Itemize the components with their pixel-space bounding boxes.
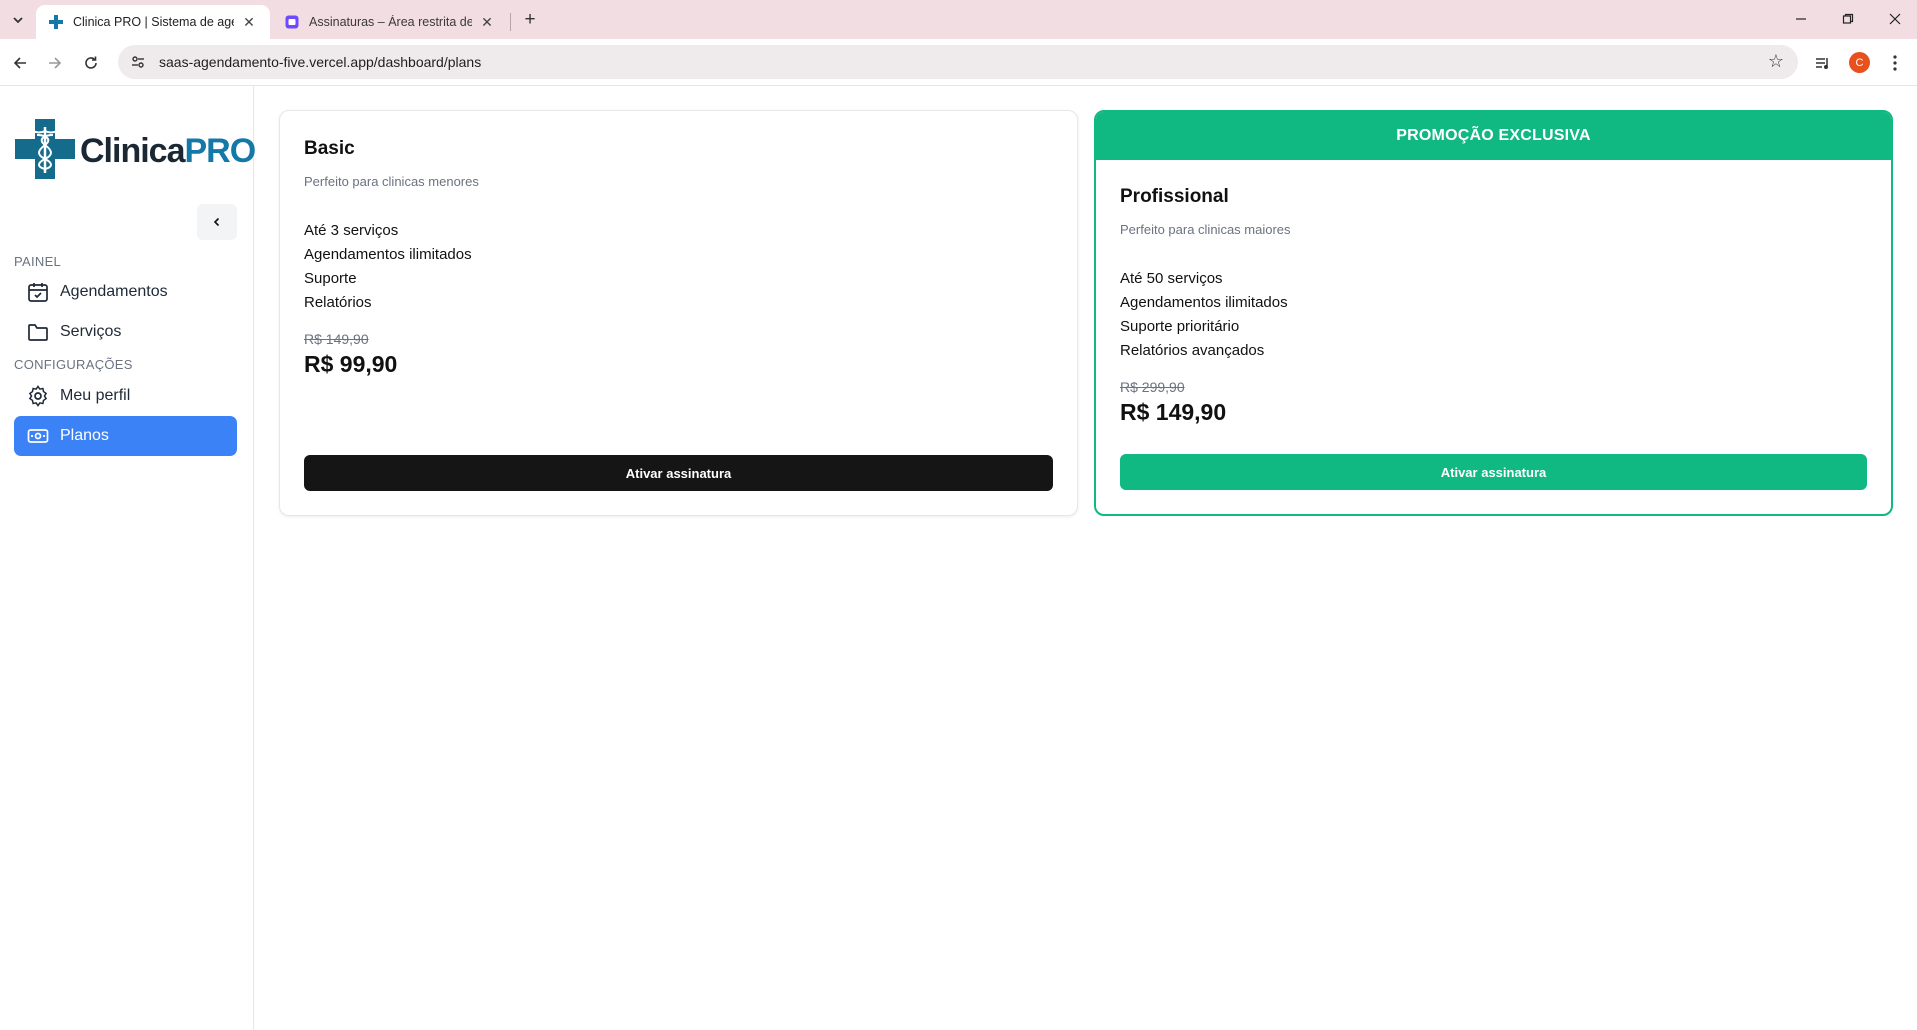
plan-feature-list: Até 3 serviços Agendamentos ilimitados S… <box>304 219 1053 315</box>
plan-feature: Suporte prioritário <box>1120 318 1240 335</box>
plan-card-body: Basic Perfeito para clinicas menores Até… <box>304 138 1053 378</box>
close-icon[interactable]: ✕ <box>478 14 496 31</box>
browser-tab-active[interactable]: Clinica PRO | Sistema de agend ✕ <box>36 5 270 39</box>
arrow-right-icon[interactable] <box>42 50 68 76</box>
kebab-menu-icon[interactable] <box>1882 50 1908 76</box>
banknote-icon <box>26 424 50 448</box>
browser-tab-bar: Clinica PRO | Sistema de agend ✕ Assinat… <box>0 0 1917 39</box>
sidebar-item-servicos[interactable]: Serviços <box>14 312 237 352</box>
plan-old-price: R$ 299,90 <box>1120 379 1185 395</box>
sidebar-item-agendamentos[interactable]: Agendamentos <box>14 272 237 312</box>
profile-avatar[interactable]: C <box>1849 52 1870 73</box>
plan-feature: Até 50 serviços <box>1120 270 1223 287</box>
plan-card-body: Profissional Perfeito para clinicas maio… <box>1120 186 1867 426</box>
activate-subscription-button[interactable]: Ativar assinatura <box>1120 454 1867 490</box>
address-bar[interactable]: saas-agendamento-five.vercel.app/dashboa… <box>118 45 1798 79</box>
restore-icon[interactable] <box>1829 6 1867 32</box>
plan-description: Perfeito para clinicas maiores <box>1120 222 1291 237</box>
arrow-left-icon[interactable] <box>7 50 33 76</box>
sidebar-collapse-button[interactable] <box>197 204 237 240</box>
gear-icon <box>26 384 50 408</box>
sidebar-item-planos[interactable]: Planos <box>14 416 237 456</box>
chevron-down-icon[interactable] <box>6 8 30 32</box>
reload-icon[interactable] <box>78 50 104 76</box>
folder-icon <box>26 320 50 344</box>
plan-card-profissional: PROMOÇÃO EXCLUSIVA Profissional Perfeito… <box>1094 110 1893 516</box>
plan-old-price: R$ 149,90 <box>304 331 369 347</box>
tab-title: Clinica PRO | Sistema de agend <box>73 15 234 29</box>
sidebar-item-meu-perfil[interactable]: Meu perfil <box>14 376 237 416</box>
tune-icon[interactable] <box>128 52 148 72</box>
minimize-icon[interactable] <box>1782 6 1820 32</box>
assinaturas-favicon-icon <box>284 14 300 30</box>
star-icon[interactable]: ☆ <box>1768 51 1784 72</box>
plan-price: R$ 99,90 <box>304 351 398 377</box>
sidebar-section-label: PAINEL <box>14 254 62 269</box>
url-text: saas-agendamento-five.vercel.app/dashboa… <box>159 54 482 70</box>
promo-banner: PROMOÇÃO EXCLUSIVA <box>1096 112 1891 160</box>
plan-card-basic: Basic Perfeito para clinicas menores Até… <box>279 110 1078 516</box>
plan-feature: Relatórios <box>304 294 372 311</box>
plan-feature: Agendamentos ilimitados <box>304 246 472 263</box>
sidebar: ClinicaPRO PAINEL Agendamentos Serviços … <box>0 86 256 1030</box>
sidebar-section-label: CONFIGURAÇÕES <box>14 357 133 372</box>
plan-price: R$ 149,90 <box>1120 399 1227 425</box>
logo[interactable]: ClinicaPRO <box>15 119 256 184</box>
plan-feature: Até 3 serviços <box>304 222 399 239</box>
calendar-check-icon <box>26 280 50 304</box>
plan-feature: Suporte <box>304 270 357 287</box>
sidebar-item-label: Agendamentos <box>60 283 168 300</box>
plus-icon[interactable]: + <box>518 8 542 32</box>
close-icon[interactable] <box>1876 6 1914 32</box>
medical-cross-caduceus-icon <box>15 119 75 184</box>
logo-text-clinica: Clinica <box>80 132 185 170</box>
logo-text-pro: PRO <box>184 132 256 170</box>
media-control-icon[interactable] <box>1810 50 1836 76</box>
sidebar-item-label: Serviços <box>60 323 122 340</box>
chevron-left-icon <box>212 214 222 230</box>
sidebar-item-label: Planos <box>60 427 109 444</box>
logo-text: ClinicaPRO <box>80 132 256 171</box>
activate-subscription-button[interactable]: Ativar assinatura <box>304 455 1053 491</box>
plan-feature-list: Até 50 serviços Agendamentos ilimitados … <box>1120 267 1867 363</box>
plan-name: Profissional <box>1120 186 1229 207</box>
plan-name: Basic <box>304 138 355 159</box>
page-content: ClinicaPRO PAINEL Agendamentos Serviços … <box>0 86 1917 1030</box>
plan-feature: Agendamentos ilimitados <box>1120 294 1288 311</box>
clinica-favicon-icon <box>48 14 64 30</box>
close-icon[interactable]: ✕ <box>240 14 258 31</box>
tab-title: Assinaturas – Área restrita de N <box>309 15 472 29</box>
sidebar-item-label: Meu perfil <box>60 387 131 404</box>
browser-toolbar: saas-agendamento-five.vercel.app/dashboa… <box>0 39 1917 86</box>
tab-separator <box>510 13 511 31</box>
plan-description: Perfeito para clinicas menores <box>304 174 479 189</box>
plan-feature: Relatórios avançados <box>1120 342 1265 359</box>
browser-tab[interactable]: Assinaturas – Área restrita de N ✕ <box>272 5 508 39</box>
